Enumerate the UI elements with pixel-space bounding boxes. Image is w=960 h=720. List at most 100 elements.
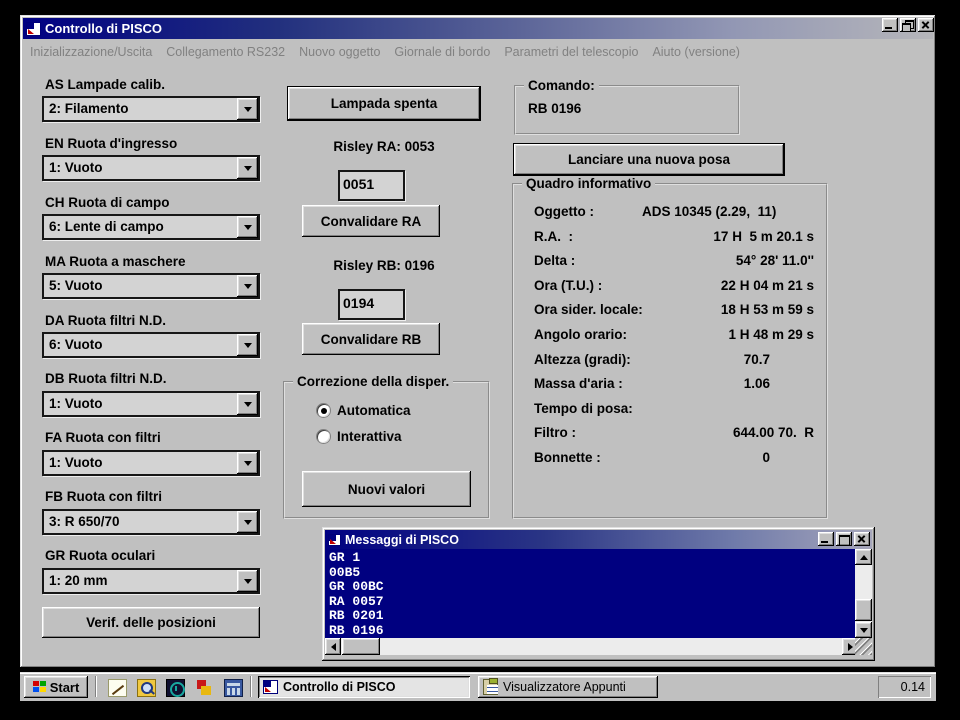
new-exposure-button[interactable]: Lanciare una nuova posa <box>513 143 785 176</box>
menu-collegamento[interactable]: Collegamento RS232 <box>166 45 285 59</box>
wheel-select-ma[interactable]: 5: Vuoto <box>42 273 260 299</box>
info-value: 1 H 48 m 29 s <box>728 327 814 342</box>
vertical-scrollbar[interactable] <box>855 549 872 638</box>
media-icon[interactable] <box>193 677 215 698</box>
chevron-down-icon[interactable] <box>237 393 258 415</box>
info-label: Massa d'aria : <box>534 376 623 391</box>
write-icon[interactable] <box>106 677 128 698</box>
lamp-off-button[interactable]: Lampada spenta <box>287 86 481 121</box>
wheel-select-as[interactable]: 2: Filamento <box>42 96 260 122</box>
task-button-controllo[interactable]: Controllo di PISCO <box>258 676 470 698</box>
scrollbar-thumb[interactable] <box>342 638 380 655</box>
wheel-label-fa: FA Ruota con filtri <box>45 430 161 445</box>
chevron-down-icon[interactable] <box>237 275 258 297</box>
restore-button[interactable] <box>900 18 916 32</box>
scrollbar-thumb[interactable] <box>855 599 872 621</box>
menu-parametri[interactable]: Parametri del telescopio <box>504 45 638 59</box>
taskbar-divider <box>250 676 252 697</box>
wheel-select-gr[interactable]: 1: 20 mm <box>42 568 260 594</box>
chevron-down-icon[interactable] <box>237 452 258 474</box>
wheel-label-gr: GR Ruota oculari <box>45 548 155 563</box>
menu-giornale[interactable]: Giornale di bordo <box>394 45 490 59</box>
clipboard-icon <box>483 679 498 695</box>
info-row: Angolo orario: 1 H 48 m 29 s <box>514 324 826 349</box>
info-label: Filtro : <box>534 425 576 440</box>
wheel-select-ch[interactable]: 6: Lente di campo <box>42 214 260 240</box>
calculator-icon[interactable] <box>222 677 244 698</box>
tray-value: 0.14 <box>901 680 925 694</box>
chevron-down-icon[interactable] <box>237 98 258 120</box>
maximize-button[interactable] <box>836 532 852 546</box>
pisco-app-icon <box>26 22 41 36</box>
chevron-down-icon[interactable] <box>237 216 258 238</box>
wheel-value-ma: 5: Vuoto <box>49 278 103 293</box>
scroll-down-icon[interactable] <box>855 622 872 638</box>
chevron-down-icon[interactable] <box>237 511 258 533</box>
chevron-down-icon[interactable] <box>237 334 258 356</box>
info-value: ADS 10345 (2.29, 11) <box>642 204 776 219</box>
chevron-down-icon[interactable] <box>237 570 258 592</box>
menu-nuovo-oggetto[interactable]: Nuovo oggetto <box>299 45 380 59</box>
info-row: Bonnette : 0 <box>514 447 826 472</box>
scroll-up-icon[interactable] <box>855 549 872 565</box>
wheel-select-en[interactable]: 1: Vuoto <box>42 155 260 181</box>
task-button-visualizzatore[interactable]: Visualizzatore Appunti <box>478 676 658 698</box>
menu-aiuto[interactable]: Aiuto (versione) <box>652 45 740 59</box>
risley-rb-input[interactable]: 0194 <box>338 289 405 320</box>
wheel-select-fb[interactable]: 3: R 650/70 <box>42 509 260 535</box>
scroll-left-icon[interactable] <box>325 638 341 655</box>
console-line: GR 00BC <box>329 580 855 595</box>
radio-button-icon[interactable] <box>317 404 330 417</box>
info-label: Altezza (gradi): <box>534 352 631 367</box>
new-values-button[interactable]: Nuovi valori <box>302 471 471 507</box>
command-value: RB 0196 <box>528 101 581 116</box>
radio-interattiva-label: Interattiva <box>337 429 402 444</box>
wheel-value-as: 2: Filamento <box>49 101 129 116</box>
wheel-select-fa[interactable]: 1: Vuoto <box>42 450 260 476</box>
taskbar: Start Controllo di PISCO Visualizzatore … <box>20 672 936 701</box>
messages-window: Messaggi di PISCO GR 1 00B5 GR 00BC RA 0… <box>322 527 875 661</box>
clock-icon[interactable] <box>164 677 186 698</box>
menubar: Inizializzazione/Uscita Collegamento RS2… <box>23 40 933 63</box>
close-button[interactable] <box>918 18 934 32</box>
search-icon[interactable] <box>135 677 157 698</box>
info-row: Tempo di posa: <box>514 398 826 423</box>
wheel-label-da: DA Ruota filtri N.D. <box>45 313 166 328</box>
validate-ra-button[interactable]: Convalidare RA <box>302 205 440 237</box>
info-value: 644.00 70. R <box>733 425 814 440</box>
wheel-select-da[interactable]: 6: Vuoto <box>42 332 260 358</box>
wheel-value-ch: 6: Lente di campo <box>49 219 164 234</box>
resize-grip[interactable] <box>855 638 872 655</box>
wheel-value-db: 1: Vuoto <box>49 396 103 411</box>
minimize-button[interactable] <box>882 18 898 32</box>
console-line: RA 0057 <box>329 595 855 610</box>
risley-ra-input[interactable]: 0051 <box>338 170 405 201</box>
info-group-title: Quadro informativo <box>522 176 655 191</box>
close-button[interactable] <box>854 532 870 546</box>
wheel-select-db[interactable]: 1: Vuoto <box>42 391 260 417</box>
validate-rb-button[interactable]: Convalidare RB <box>302 323 440 355</box>
risley-ra-label: Risley RA: 0053 <box>287 139 481 154</box>
wheel-label-as: AS Lampade calib. <box>45 77 165 92</box>
task-label: Controllo di PISCO <box>283 680 396 694</box>
wheel-value-en: 1: Vuoto <box>49 160 103 175</box>
horizontal-scrollbar[interactable] <box>325 638 858 655</box>
minimize-button[interactable] <box>818 532 834 546</box>
radio-button-icon[interactable] <box>317 430 330 443</box>
messages-titlebar[interactable]: Messaggi di PISCO <box>325 530 872 549</box>
system-tray: 0.14 <box>878 676 931 698</box>
radio-automatica[interactable]: Automatica <box>317 403 411 418</box>
wheel-label-fb: FB Ruota con filtri <box>45 489 162 504</box>
command-group-title: Comando: <box>524 78 599 93</box>
info-row: Altezza (gradi): 70.7 <box>514 349 826 374</box>
radio-interattiva[interactable]: Interattiva <box>317 429 402 444</box>
menu-inizializzazione[interactable]: Inizializzazione/Uscita <box>30 45 152 59</box>
radio-automatica-label: Automatica <box>337 403 411 418</box>
wheel-label-db: DB Ruota filtri N.D. <box>45 371 167 386</box>
verify-positions-button[interactable]: Verif. delle posizioni <box>42 607 260 638</box>
start-button[interactable]: Start <box>24 676 88 698</box>
titlebar[interactable]: Controllo di PISCO <box>23 18 933 39</box>
info-value: 22 H 04 m 21 s <box>721 278 814 293</box>
wheel-label-ma: MA Ruota a maschere <box>45 254 186 269</box>
chevron-down-icon[interactable] <box>237 157 258 179</box>
